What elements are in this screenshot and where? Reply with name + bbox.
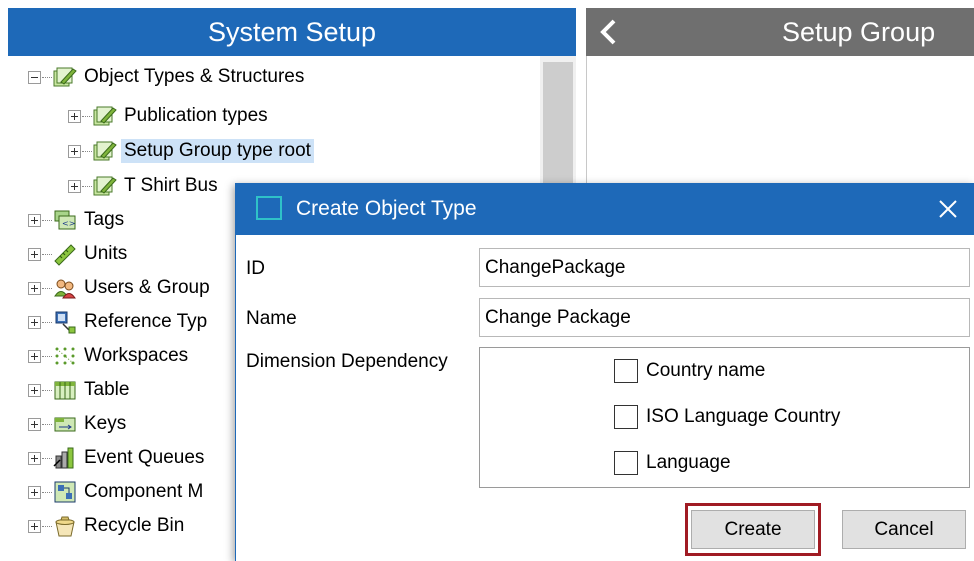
expand-icon[interactable] xyxy=(28,485,41,499)
dimension-option-language[interactable]: Language xyxy=(614,449,731,477)
tree-item-label: Event Queues xyxy=(84,447,205,468)
name-label: Name xyxy=(246,308,297,329)
tree-item-label: Component M xyxy=(84,481,204,502)
expand-icon[interactable] xyxy=(68,109,81,123)
window-icon xyxy=(256,196,282,220)
tree-item-label: Users & Group xyxy=(84,277,210,298)
object-types-icon xyxy=(93,174,117,198)
expand-icon[interactable] xyxy=(28,281,41,295)
object-types-icon xyxy=(53,65,77,89)
collapse-icon[interactable] xyxy=(28,70,41,84)
tree-item-event-queues[interactable]: Event Queues xyxy=(28,444,207,472)
tree-scroll-thumb[interactable] xyxy=(543,62,573,188)
tree-item-object-types[interactable]: Object Types & Structures xyxy=(28,63,307,91)
close-button[interactable] xyxy=(928,189,968,229)
expand-icon[interactable] xyxy=(28,383,41,397)
object-types-icon xyxy=(93,104,117,128)
checkbox[interactable] xyxy=(614,405,638,429)
checkbox[interactable] xyxy=(614,451,638,475)
dialog-title: Create Object Type xyxy=(296,197,477,220)
dimension-option-iso-language-country[interactable]: ISO Language Country xyxy=(614,403,840,431)
users-icon xyxy=(53,276,77,300)
workspaces-icon xyxy=(53,344,77,368)
panel-title: System Setup xyxy=(207,17,377,47)
tree-item-label: Table xyxy=(84,379,130,400)
tree-item-label: Workspaces xyxy=(84,345,189,366)
tree-item-label-selected: Setup Group type root xyxy=(121,139,314,163)
component-icon xyxy=(53,480,77,504)
system-setup-header: System Setup xyxy=(8,8,576,56)
tree-item-workspaces[interactable]: Workspaces xyxy=(28,342,191,370)
dimension-dependency-label: Dimension Dependency xyxy=(246,351,448,372)
expand-icon[interactable] xyxy=(28,349,41,363)
tree-item-label: Publication types xyxy=(124,105,268,126)
tree-item-publication-types[interactable]: Publication types xyxy=(68,102,271,130)
expand-icon[interactable] xyxy=(28,315,41,329)
expand-icon[interactable] xyxy=(68,179,81,193)
tree-item-label: Tags xyxy=(84,209,125,230)
dimension-option-country-name[interactable]: Country name xyxy=(614,357,765,385)
tags-icon: <> xyxy=(53,208,77,232)
event-queue-icon xyxy=(53,446,77,470)
table-icon xyxy=(53,378,77,402)
setup-group-header: Setup Group xyxy=(586,8,974,56)
tree-item-component-models[interactable]: Component M xyxy=(28,478,206,506)
panel-title: Setup Group xyxy=(782,17,936,47)
object-types-icon xyxy=(93,139,117,163)
tree-item-recycle-bin[interactable]: Recycle Bin xyxy=(28,512,187,540)
create-object-type-dialog: Create Object Type ID Name Dimension Dep… xyxy=(235,183,974,561)
expand-icon[interactable] xyxy=(28,213,41,227)
dimension-dependency-list: Country name ISO Language Country Langua… xyxy=(479,347,970,488)
ruler-icon xyxy=(53,242,77,266)
dialog-titlebar[interactable]: Create Object Type xyxy=(236,183,974,235)
chevron-left-icon xyxy=(600,19,616,45)
tree-item-label: Object Types & Structures xyxy=(84,66,305,87)
tree-item-label: Reference Typ xyxy=(84,311,208,332)
svg-text:<>: <> xyxy=(62,219,75,228)
id-field[interactable] xyxy=(479,248,970,287)
expand-icon[interactable] xyxy=(28,519,41,533)
tree-item-label: Recycle Bin xyxy=(84,515,185,536)
tree-item-keys[interactable]: Keys xyxy=(28,410,129,438)
name-field[interactable] xyxy=(479,298,970,337)
expand-icon[interactable] xyxy=(28,417,41,431)
tree-item-t-shirt[interactable]: T Shirt Bus xyxy=(68,172,221,200)
keys-icon xyxy=(53,412,77,436)
tree-item-units[interactable]: Units xyxy=(28,240,130,268)
tree-item-label: Units xyxy=(84,243,128,264)
create-button[interactable]: Create xyxy=(691,510,815,549)
back-button[interactable] xyxy=(594,16,622,48)
expand-icon[interactable] xyxy=(68,144,81,158)
tree-item-reference-types[interactable]: Reference Typ xyxy=(28,308,210,336)
expand-icon[interactable] xyxy=(28,451,41,465)
tree-item-tags[interactable]: <> Tags xyxy=(28,206,127,234)
dimension-option-label: ISO Language Country xyxy=(646,406,841,427)
tree-item-label: T Shirt Bus xyxy=(124,175,218,196)
expand-icon[interactable] xyxy=(28,247,41,261)
dimension-option-label: Country name xyxy=(646,360,766,381)
cancel-button[interactable]: Cancel xyxy=(842,510,966,549)
tree-item-setup-group-type-root[interactable]: Setup Group type root xyxy=(68,137,314,165)
id-label: ID xyxy=(246,258,265,279)
checkbox[interactable] xyxy=(614,359,638,383)
tree-item-users-groups[interactable]: Users & Group xyxy=(28,274,213,302)
reference-icon xyxy=(53,310,77,334)
recycle-bin-icon xyxy=(53,514,77,538)
dimension-option-label: Language xyxy=(646,452,731,473)
tree-item-table[interactable]: Table xyxy=(28,376,132,404)
close-icon xyxy=(939,200,957,218)
tree-item-label: Keys xyxy=(84,413,127,434)
